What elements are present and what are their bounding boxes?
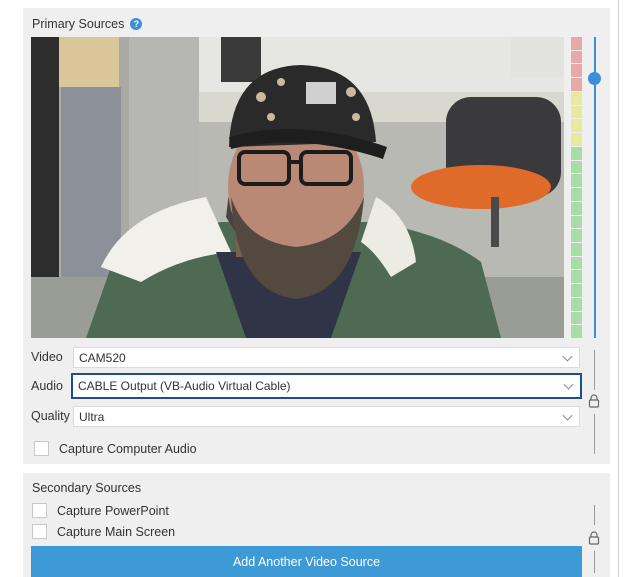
capture-main-screen-checkbox[interactable]: [32, 524, 47, 539]
lock-icon[interactable]: [588, 394, 600, 408]
audio-select-value: CABLE Output (VB-Audio Virtual Cable): [78, 379, 291, 393]
meter-segment: [571, 160, 582, 174]
lock-bracket-bottom: [594, 551, 595, 573]
primary-sources-title: Primary Sources ?: [32, 17, 143, 31]
audio-level-meter: [571, 37, 582, 339]
capture-powerpoint-checkbox[interactable]: [32, 503, 47, 518]
video-label: Video: [31, 350, 63, 364]
secondary-sources-title: Secondary Sources: [32, 481, 141, 495]
capture-computer-audio-label: Capture Computer Audio: [59, 442, 197, 456]
webcam-image: [31, 37, 564, 338]
meter-segment: [571, 146, 582, 160]
meter-segment: [571, 215, 582, 229]
capture-main-screen-label: Capture Main Screen: [57, 525, 176, 539]
lock-bracket-top: [594, 505, 595, 525]
audio-label: Audio: [31, 379, 63, 393]
lock-bracket-bottom: [594, 414, 595, 454]
meter-segment: [571, 270, 582, 284]
quality-select-value: Ultra: [79, 409, 105, 424]
secondary-sources-panel: Secondary Sources Capture PowerPoint Cap…: [23, 473, 610, 577]
meter-segment: [571, 91, 582, 105]
meter-segment: [571, 64, 582, 78]
audio-select[interactable]: CABLE Output (VB-Audio Virtual Cable): [71, 373, 582, 399]
chevron-down-icon: [563, 379, 574, 390]
meter-segment: [571, 119, 582, 133]
meter-segment: [571, 78, 582, 91]
chevron-down-icon: [562, 410, 573, 421]
lock-bracket-top: [594, 350, 595, 390]
volume-slider-thumb[interactable]: [588, 72, 601, 85]
meter-segment: [571, 37, 582, 50]
capture-powerpoint-label: Capture PowerPoint: [57, 504, 169, 518]
capture-computer-audio-checkbox[interactable]: [34, 441, 49, 456]
quality-label: Quality: [31, 409, 70, 423]
add-video-source-button[interactable]: Add Another Video Source: [31, 546, 582, 577]
video-select[interactable]: CAM520: [73, 347, 580, 368]
meter-segment: [571, 188, 582, 201]
primary-sources-label: Primary Sources: [32, 17, 125, 31]
meter-segment: [571, 243, 582, 256]
meter-segment: [571, 297, 582, 311]
meter-segment: [571, 284, 582, 297]
meter-segment: [571, 229, 582, 243]
video-select-value: CAM520: [79, 350, 126, 365]
quality-select[interactable]: Ultra: [73, 406, 580, 427]
meter-segment: [571, 325, 582, 339]
meter-segment: [571, 201, 582, 215]
chevron-down-icon: [562, 351, 573, 362]
help-icon[interactable]: ?: [130, 18, 143, 30]
primary-sources-panel: Primary Sources ? Video CAM520 Audio CAB…: [23, 8, 610, 464]
meter-segment: [571, 174, 582, 188]
meter-segment: [571, 311, 582, 325]
meter-segment: [571, 256, 582, 270]
lock-icon[interactable]: [588, 531, 600, 545]
video-preview: [31, 37, 564, 338]
secondary-sources-label: Secondary Sources: [32, 481, 142, 495]
meter-segment: [571, 105, 582, 119]
window-edge: [618, 0, 619, 577]
meter-segment: [571, 50, 582, 64]
meter-segment: [571, 133, 582, 146]
